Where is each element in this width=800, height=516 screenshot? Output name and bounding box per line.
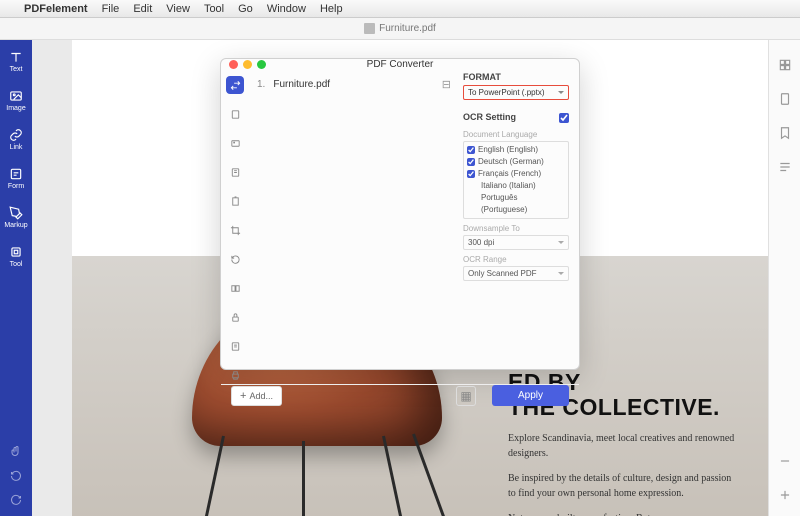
downsample-select[interactable]: 300 dpi (463, 235, 569, 250)
hand-icon[interactable] (10, 446, 22, 458)
remove-file-icon[interactable]: ⊟ (442, 78, 451, 91)
menu-file[interactable]: File (102, 3, 120, 15)
document-title: Furniture.pdf (379, 23, 436, 34)
language-list[interactable]: English (English) Deutsch (German) Franç… (463, 141, 569, 219)
rotate-icon[interactable] (226, 250, 244, 268)
menu-window[interactable]: Window (267, 3, 306, 15)
menu-tool[interactable]: Tool (204, 3, 224, 15)
pdf-converter-dialog: PDF Converter 1. Furniture.pdf ⊟ FORMAT … (220, 58, 580, 370)
document-icon (364, 23, 375, 34)
dialog-titlebar[interactable]: PDF Converter (221, 59, 579, 70)
undo-icon[interactable] (10, 470, 22, 482)
dialog-title: PDF Converter (367, 59, 434, 70)
convert-icon[interactable] (226, 76, 244, 94)
extract-icon[interactable] (226, 192, 244, 210)
menu-go[interactable]: Go (238, 3, 253, 15)
file-list: 1. Furniture.pdf ⊟ (249, 70, 459, 384)
range-label: OCR Range (463, 255, 569, 264)
lang-english[interactable] (467, 146, 475, 154)
app-name[interactable]: PDFelement (24, 3, 88, 15)
image-icon[interactable] (226, 134, 244, 152)
range-select[interactable]: Only Scanned PDF (463, 266, 569, 281)
bookmark-icon[interactable] (778, 126, 792, 140)
zoom-icon[interactable] (257, 60, 266, 69)
compress-icon[interactable] (226, 163, 244, 181)
plus-icon[interactable] (778, 488, 792, 502)
close-icon[interactable] (229, 60, 238, 69)
form-tool[interactable]: Form (4, 167, 28, 190)
lang-french[interactable] (467, 170, 475, 178)
right-sidebar (768, 40, 800, 516)
ocr-title: OCR Setting (463, 112, 516, 122)
print-icon[interactable] (226, 366, 244, 384)
link-tool[interactable]: Link (4, 128, 28, 151)
ocr-checkbox[interactable] (559, 113, 569, 123)
minus-icon[interactable] (778, 454, 792, 468)
file-row[interactable]: 1. Furniture.pdf ⊟ (257, 76, 451, 93)
add-button[interactable]: +Add... (231, 386, 282, 406)
redo-icon[interactable] (10, 494, 22, 506)
lang-german[interactable] (467, 158, 475, 166)
form2-icon[interactable] (226, 337, 244, 355)
page-icon[interactable] (778, 92, 792, 106)
apply-button[interactable]: Apply (492, 385, 569, 406)
image-tool[interactable]: Image (4, 89, 28, 112)
secure-icon[interactable] (226, 308, 244, 326)
format-title: FORMAT (463, 72, 569, 82)
lang-label: Document Language (463, 130, 569, 139)
list-icon[interactable] (778, 160, 792, 174)
menu-view[interactable]: View (166, 3, 190, 15)
menu-help[interactable]: Help (320, 3, 343, 15)
dialog-toolbar (221, 70, 249, 384)
dialog-footer: +Add... ▦ Apply (221, 384, 579, 406)
menubar: PDFelement File Edit View Tool Go Window… (0, 0, 800, 18)
menu-edit[interactable]: Edit (133, 3, 152, 15)
text-tool[interactable]: Text (4, 50, 28, 73)
settings-panel: FORMAT To PowerPoint (.pptx) OCR Setting… (459, 70, 579, 384)
grid-view-icon[interactable]: ▦ (456, 386, 476, 406)
word-icon[interactable] (226, 105, 244, 123)
minimize-icon[interactable] (243, 60, 252, 69)
format-select[interactable]: To PowerPoint (.pptx) (463, 85, 569, 100)
markup-tool[interactable]: Markup (4, 206, 28, 229)
left-sidebar: Text Image Link Form Markup Tool (0, 40, 32, 516)
window-titlebar: Furniture.pdf (0, 18, 800, 40)
downsample-label: Downsample To (463, 224, 569, 233)
thumbnails-icon[interactable] (778, 58, 792, 72)
tool-tool[interactable]: Tool (4, 245, 28, 268)
split-icon[interactable] (226, 279, 244, 297)
crop-icon[interactable] (226, 221, 244, 239)
